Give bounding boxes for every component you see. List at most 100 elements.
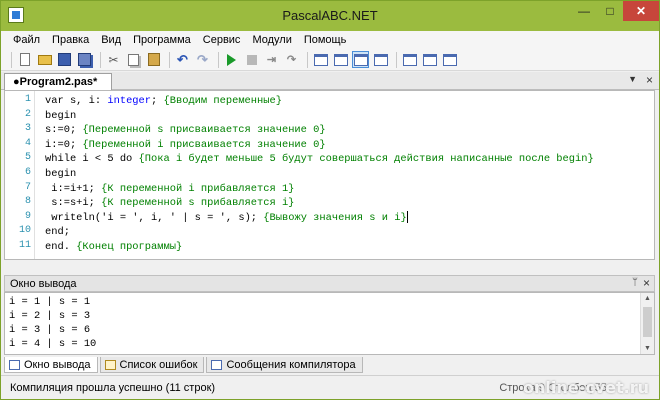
save-all-button[interactable] [76,51,93,68]
output-line: i = 4 | s = 10 [9,338,97,350]
undo-icon: ↶ [177,51,188,67]
code-token: , i, [138,211,170,224]
window-layout-button[interactable] [332,51,349,68]
cut-button[interactable]: ✂ [105,51,122,68]
code-line[interactable]: begin [45,109,76,123]
tab-close-icon[interactable]: × [646,73,653,87]
editor-tab-strip: ●Program2.pas* ▼ × [1,72,659,91]
output-scrollbar[interactable]: ▲ ▼ [640,293,654,354]
open-file-button[interactable] [36,51,53,68]
output-panel[interactable]: i = 1 | s = 1 i = 2 | s = 3 i = 3 | s = … [4,292,655,355]
debug-window-1-button[interactable] [401,51,418,68]
output-window-icon [353,53,368,66]
app-window: PascalABC.NET — □ ✕ Файл Правка Вид Прог… [0,0,660,400]
scroll-down-icon[interactable]: ▼ [644,345,651,352]
maximize-button[interactable]: □ [597,1,623,21]
code-line[interactable]: while i < 5 do {Пока i будет меньше 5 бу… [45,152,594,166]
output-line: i = 3 | s = 6 [9,324,91,336]
debug-window-icon [422,53,437,66]
line-number: 2 [24,108,31,120]
code-line[interactable]: s:=0; {Переменной s присваивается значен… [45,123,326,137]
output-line: i = 1 | s = 1 [9,296,91,308]
code-token: begin [45,168,77,180]
code-token: i:=0; [45,138,83,151]
line-number: 10 [18,225,31,237]
tab-dropdown-icon[interactable]: ▼ [628,74,637,84]
toolbar-separator [307,51,308,68]
stop-button[interactable] [243,51,260,68]
minimize-button[interactable]: — [571,1,597,21]
debug-window-2-button[interactable] [421,51,438,68]
hide-editor-icon [373,53,388,66]
paste-button[interactable] [145,51,162,68]
step-into-button[interactable]: ⇥ [263,51,280,68]
debug-window-icon [442,53,457,66]
output-window-icon [9,360,20,370]
code-line[interactable]: writeln('i = ', i, ' | s = ', s); {Вывож… [45,211,408,225]
line-number: 5 [24,152,31,164]
menu-file[interactable]: Файл [7,31,46,49]
step-over-button[interactable]: ↷ [283,51,300,68]
code-line[interactable]: end. {Конец программы} [45,240,182,254]
code-line[interactable]: end; [45,225,70,239]
bottom-tab-strip: Окно вывода Список ошибок Сообщения комп… [4,356,655,373]
toolbar-separator [100,51,101,68]
code-area[interactable]: var s, i: integer; {Вводим переменные} be… [45,91,654,259]
status-message: Компиляция прошла успешно (11 строк) [10,382,216,394]
line-number: 4 [24,137,31,149]
pin-icon[interactable]: ᛘ [632,277,638,288]
code-line[interactable]: i:=0; {Переменной i присваивается значен… [45,138,326,152]
menu-edit[interactable]: Правка [46,31,95,49]
menu-program[interactable]: Программа [127,31,197,49]
document-tab[interactable]: ●Program2.pas* [4,73,112,91]
undo-button[interactable]: ↶ [174,51,191,68]
code-editor[interactable]: 1 2 3 4 5 6 7 8 9 10 11 var s, i: integer; {Вводим… [4,90,655,260]
code-line[interactable]: begin [45,167,76,181]
output-window-button[interactable] [352,51,369,68]
toolbar-separator [169,51,170,68]
code-token: var s, i: [45,95,108,107]
code-token: integer [107,95,152,107]
tab-output-window[interactable]: Окно вывода [4,357,98,373]
menu-modules[interactable]: Модули [246,31,297,49]
tab-error-list[interactable]: Список ошибок [99,357,205,373]
format-code-button[interactable] [312,51,329,68]
step-over-icon: ↷ [286,54,297,66]
code-token: end; [45,226,70,239]
title-bar[interactable]: PascalABC.NET — □ ✕ [1,1,659,31]
redo-icon: ↷ [197,51,208,67]
line-number: 6 [24,167,31,178]
line-number: 1 [24,94,31,105]
menu-help[interactable]: Помощь [298,31,353,49]
new-file-button[interactable] [16,51,33,68]
copy-button[interactable] [125,51,142,68]
run-button[interactable] [223,51,240,68]
scroll-up-icon[interactable]: ▲ [644,295,651,302]
close-panel-icon[interactable]: × [643,276,650,290]
code-line[interactable]: s:=s+i; {К переменной s прибавляется i} [45,196,294,210]
line-number: 11 [18,240,31,251]
open-folder-icon [37,54,52,65]
debug-window-3-button[interactable] [441,51,458,68]
scroll-thumb[interactable] [643,307,652,337]
window-layout-icon [333,53,348,66]
save-all-icon [78,53,91,66]
format-code-icon [313,53,328,66]
line-number: 7 [24,181,31,193]
tab-label: Сообщения компилятора [226,359,356,371]
menu-view[interactable]: Вид [95,31,127,49]
redo-button[interactable]: ↷ [194,51,211,68]
text-caret [406,211,408,224]
save-button[interactable] [56,51,73,68]
menu-service[interactable]: Сервис [197,31,247,49]
output-panel-title: Окно вывода [10,278,77,290]
code-line[interactable]: i:=i+1; {К переменной i прибавляется 1} [45,182,294,196]
error-list-icon [104,360,116,370]
code-token: s:=0; [45,124,83,137]
tab-compiler-messages[interactable]: Сообщения компилятора [206,357,363,373]
code-line[interactable]: var s, i: integer; {Вводим переменные} [45,94,282,108]
code-token: i:=i+1; [45,182,102,195]
hide-editor-button[interactable] [372,51,389,68]
line-number: 8 [24,196,31,208]
close-window-button[interactable]: ✕ [623,1,659,21]
